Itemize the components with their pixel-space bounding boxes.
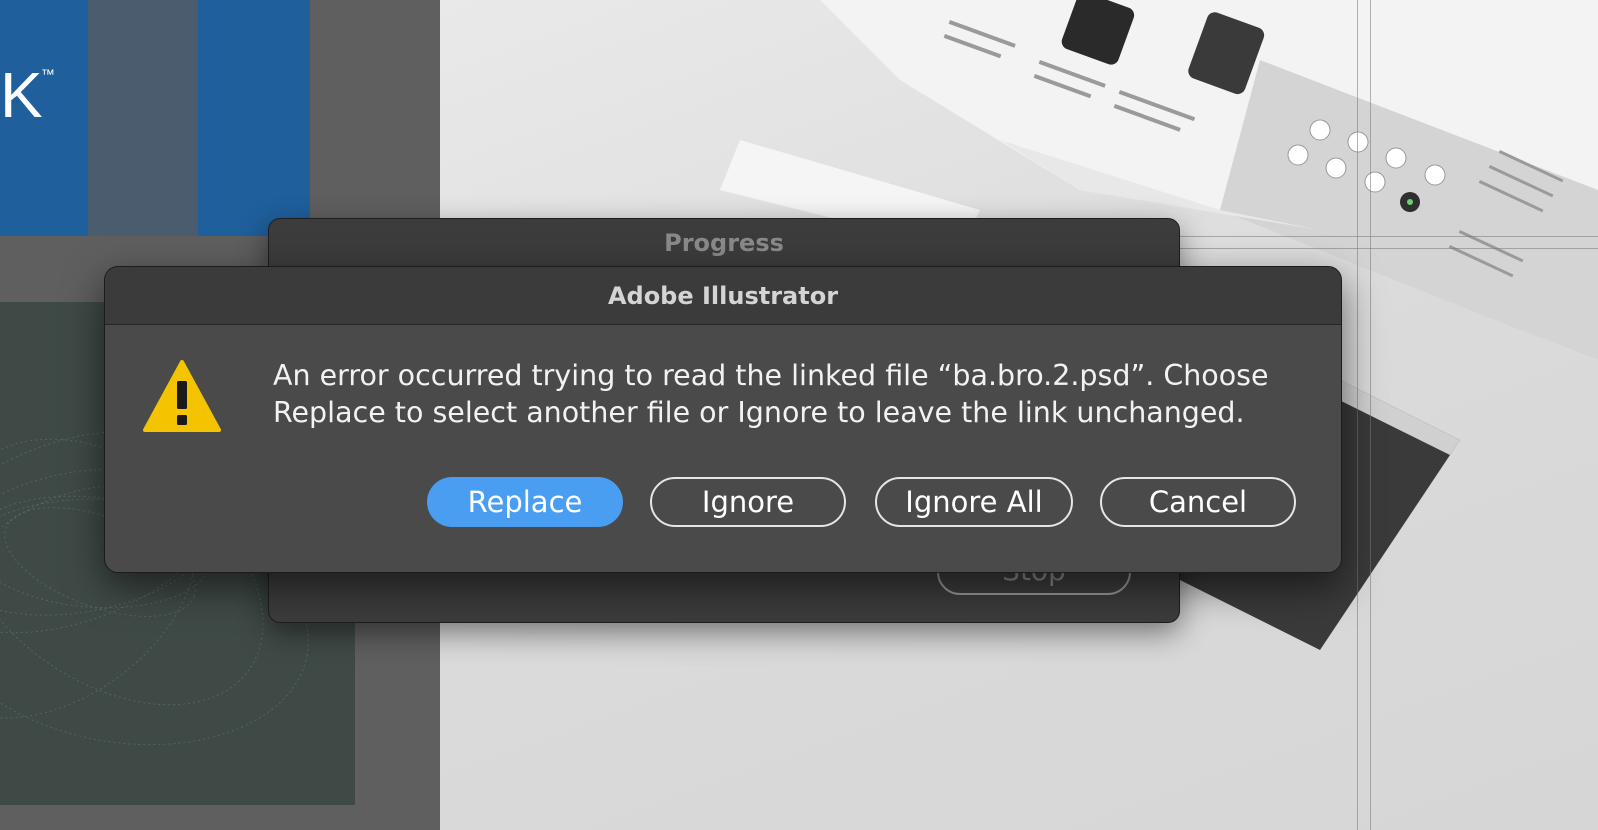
slate-stripe [88, 0, 198, 236]
guide-line [1140, 248, 1598, 249]
guide-line [1357, 0, 1358, 830]
alert-dialog: Adobe Illustrator An error occurred tryi… [104, 266, 1342, 573]
guide-line [1370, 0, 1371, 830]
cancel-button[interactable]: Cancel [1100, 477, 1296, 527]
alert-dialog-title: Adobe Illustrator [607, 281, 839, 310]
logo-fragment: K™ [0, 59, 55, 131]
ignore-all-button[interactable]: Ignore All [875, 477, 1073, 527]
ignore-button[interactable]: Ignore [650, 477, 846, 527]
replace-button[interactable]: Replace [427, 477, 623, 527]
alert-message: An error occurred trying to read the lin… [273, 359, 1269, 429]
warning-icon [143, 360, 221, 432]
progress-dialog-title: Progress [664, 229, 784, 257]
guide-line [1140, 236, 1598, 237]
blue-stripe [198, 0, 310, 236]
alert-titlebar: Adobe Illustrator [105, 267, 1341, 325]
